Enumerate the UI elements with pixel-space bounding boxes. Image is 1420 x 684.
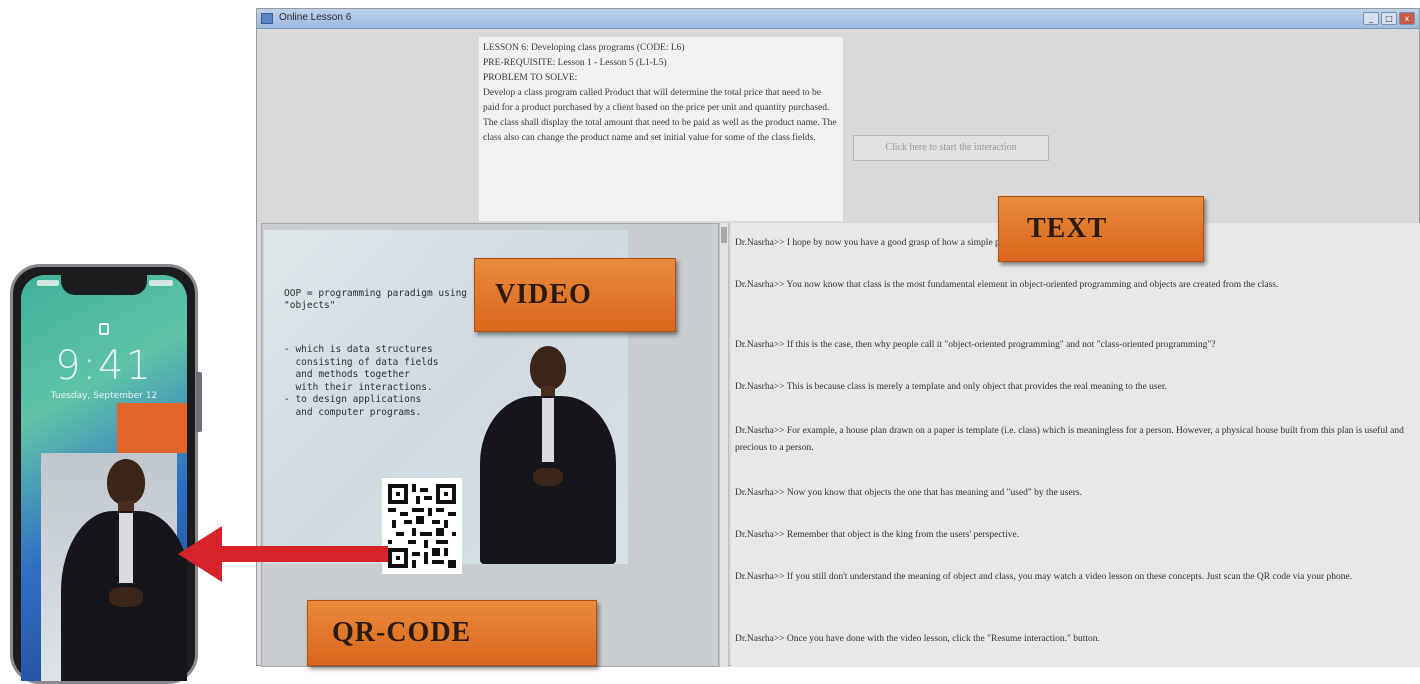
app-icon	[261, 13, 273, 24]
panel-splitter[interactable]	[719, 223, 729, 667]
signal-icon	[37, 280, 59, 286]
phone-notch	[61, 275, 147, 295]
chat-message: Dr.Nasrha>> If you still don't understan…	[735, 572, 1353, 582]
phone-wallpaper-accent	[117, 403, 187, 453]
slide-heading: OOP = programming paradigm using "object…	[284, 288, 468, 311]
presenter-figure	[480, 340, 616, 564]
lesson-problem-heading: PROBLEM TO SOLVE:	[483, 73, 578, 83]
lock-icon	[99, 323, 109, 335]
chat-transcript: Dr.Nasrha>> I hope by now you have a goo…	[731, 223, 1420, 667]
chat-message: Dr.Nasrha>> You now know that class is t…	[735, 280, 1279, 290]
slide-bullet: - to design applications	[284, 394, 422, 405]
slide-bullet: consisting of data fields	[284, 356, 439, 368]
slide-bullet: with their interactions.	[284, 381, 433, 393]
lesson-window: Online Lesson 6 _ □ x LESSON 6: Developi…	[256, 8, 1420, 667]
slide-bullets: - which is data structures consisting of…	[284, 344, 474, 419]
lesson-title: LESSON 6: Developing class programs (COD…	[483, 43, 685, 53]
chat-message: Dr.Nasrha>> For example, a house plan dr…	[735, 426, 1404, 453]
maximize-button[interactable]: □	[1381, 12, 1397, 25]
lesson-description: Develop a class program called Product t…	[483, 88, 837, 143]
start-interaction-button[interactable]: Click here to start the interaction	[853, 135, 1049, 161]
splitter-handle[interactable]	[721, 227, 727, 243]
minimize-button[interactable]: _	[1363, 12, 1379, 25]
close-button[interactable]: x	[1399, 12, 1415, 25]
red-arrow-icon	[178, 526, 388, 582]
chat-message: Dr.Nasrha>> Remember that object is the …	[735, 530, 1020, 540]
slide-bullet: and computer programs.	[284, 406, 422, 418]
battery-icon	[149, 280, 173, 286]
presenter-figure	[61, 453, 187, 681]
qr-code[interactable]	[382, 478, 462, 574]
chat-message: Dr.Nasrha>> Once you have done with the …	[735, 634, 1100, 644]
title-bar: Online Lesson 6 _ □ x	[257, 9, 1419, 29]
chat-message: Dr.Nasrha>> Now you know that objects th…	[735, 488, 1082, 498]
chat-message: Dr.Nasrha>> This is because class is mer…	[735, 382, 1167, 392]
video-callout-label: VIDEO	[474, 258, 676, 332]
smartphone: 9:41 Tuesday, September 12	[10, 264, 198, 684]
slide-bullet: - which is data structures	[284, 344, 433, 355]
phone-side-button	[196, 372, 202, 432]
chat-message: Dr.Nasrha>> If this is the case, then wh…	[735, 340, 1216, 350]
phone-video-player[interactable]	[41, 453, 187, 681]
phone-date: Tuesday, September 12	[50, 391, 158, 401]
phone-clock: 9:41	[55, 343, 153, 389]
qr-code-callout-label: QR-CODE	[307, 600, 597, 666]
phone-screen: 9:41 Tuesday, September 12	[21, 275, 187, 681]
window-controls: _ □ x	[1363, 12, 1415, 25]
qr-code-icon	[388, 484, 456, 568]
lesson-info-box: LESSON 6: Developing class programs (COD…	[479, 37, 843, 221]
text-callout-label: TEXT	[998, 196, 1204, 262]
slide-bullet: and methods together	[284, 369, 410, 380]
window-title: Online Lesson 6	[279, 12, 352, 23]
lesson-prerequisite: PRE-REQUISITE: Lesson 1 - Lesson 5 (L1-L…	[483, 58, 667, 68]
